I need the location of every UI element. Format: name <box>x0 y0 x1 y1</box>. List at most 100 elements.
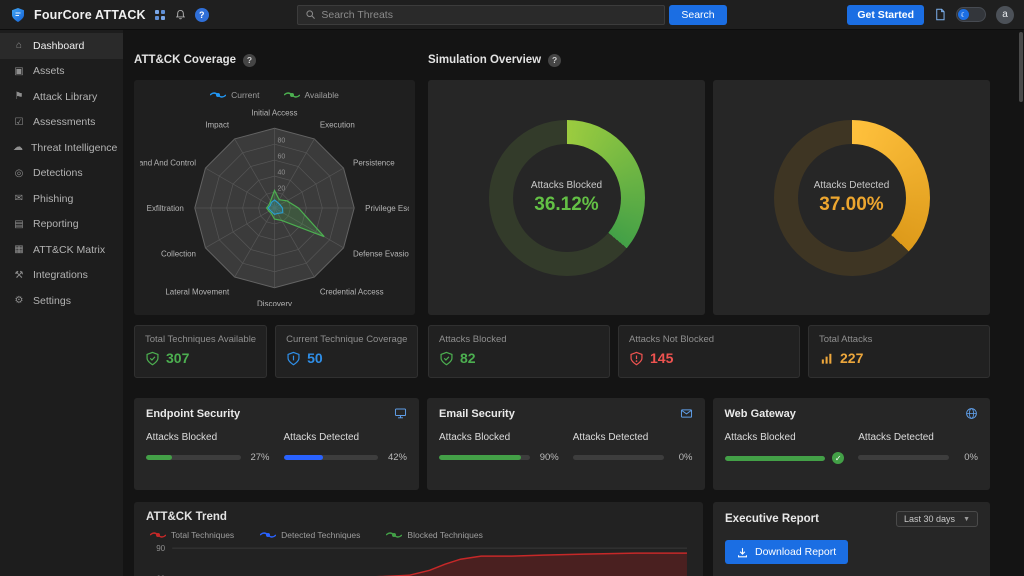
sidebar-item-assets[interactable]: ▣Assets <box>0 59 123 85</box>
stat-total-techniques-available: Total Techniques Available 307 <box>134 325 267 378</box>
email-security-card: Email Security Attacks Blocked 90% Attac… <box>427 398 705 490</box>
svg-text:Execution: Execution <box>320 120 355 129</box>
assessments-icon: ☑ <box>13 117 25 128</box>
bar-chart-icon <box>819 351 834 366</box>
sidebar-item-attck-matrix[interactable]: ▦ATT&CK Matrix <box>0 237 123 263</box>
chevron-down-icon: ▼ <box>963 516 970 523</box>
email-icon <box>680 407 693 420</box>
sidebar-item-integrations[interactable]: ⚒Integrations <box>0 263 123 289</box>
svg-text:40: 40 <box>277 170 285 177</box>
search-button[interactable]: Search <box>669 5 726 25</box>
simulation-title: Simulation Overview <box>428 54 541 66</box>
legend-detected-techniques: Detected Techniques <box>260 530 360 540</box>
blocked-techniques-marker <box>386 531 402 539</box>
theme-toggle[interactable]: ☾ <box>956 7 986 22</box>
notifications-icon[interactable] <box>174 8 187 21</box>
stat-current-technique-coverage: Current Technique Coverage 50 <box>275 325 418 378</box>
phishing-icon: ✉ <box>13 193 25 204</box>
page-scrollbar[interactable] <box>1019 32 1023 102</box>
sidebar-item-detections[interactable]: ◎Detections <box>0 161 123 187</box>
stat-attacks-blocked: Attacks Blocked 82 <box>428 325 610 378</box>
executive-report-panel: Executive Report Last 30 days ▼ Download… <box>713 502 990 576</box>
sidebar-item-assessments[interactable]: ☑Assessments <box>0 110 123 136</box>
help-icon[interactable]: ? <box>195 8 209 22</box>
svg-text:80: 80 <box>277 138 285 145</box>
svg-text:Lateral Movement: Lateral Movement <box>165 287 230 296</box>
progress-bar <box>284 455 379 460</box>
trend-chart: 9060 <box>146 543 691 576</box>
reporting-icon: ▤ <box>13 219 25 230</box>
shield-check-icon <box>439 351 454 366</box>
attacks-detected-donut: Attacks Detected 37.00% <box>774 120 930 276</box>
search-box <box>297 5 665 25</box>
svg-text:Defense Evasion: Defense Evasion <box>353 249 409 258</box>
svg-text:20: 20 <box>277 186 285 193</box>
sidebar: ⌂Dashboard ▣Assets ⚑Attack Library ☑Asse… <box>0 30 123 576</box>
email-attacks-detected-metric: Attacks Detected 0% <box>573 432 693 463</box>
progress-bar <box>725 456 826 461</box>
endpoint-icon <box>394 407 407 420</box>
moon-icon: ☾ <box>958 9 969 20</box>
coverage-help-icon[interactable]: ? <box>243 54 256 67</box>
attck-trend-panel: ATT&CK Trend Total Techniques Detected T… <box>134 502 703 576</box>
email-attacks-blocked-metric: Attacks Blocked 90% <box>439 432 559 463</box>
coverage-title: ATT&CK Coverage <box>134 54 236 66</box>
apps-icon[interactable] <box>154 9 166 21</box>
stat-total-attacks: Total Attacks 227 <box>808 325 990 378</box>
svg-text:Credential Access: Credential Access <box>320 287 384 296</box>
threat-intelligence-icon: ☁ <box>13 142 23 153</box>
svg-text:Impact: Impact <box>205 120 230 129</box>
assets-icon: ▣ <box>13 66 25 77</box>
progress-bar <box>439 455 530 460</box>
settings-icon: ⚙ <box>13 295 25 306</box>
main-content: ATT&CK Coverage ? Current Available 2040… <box>123 30 1024 576</box>
shield-alert-icon <box>629 351 644 366</box>
svg-text:60: 60 <box>277 154 285 161</box>
document-icon[interactable] <box>934 8 946 21</box>
search-icon <box>305 9 316 20</box>
svg-text:Command And Control: Command And Control <box>140 159 196 168</box>
sidebar-item-phishing[interactable]: ✉Phishing <box>0 186 123 212</box>
endpoint-security-card: Endpoint Security Attacks Blocked 27% At… <box>134 398 419 490</box>
legend-total-techniques: Total Techniques <box>150 530 234 540</box>
sidebar-item-settings[interactable]: ⚙Settings <box>0 288 123 314</box>
svg-text:Discovery: Discovery <box>257 300 292 306</box>
attack-library-icon: ⚑ <box>13 91 25 102</box>
progress-bar <box>146 455 241 460</box>
download-report-button[interactable]: Download Report <box>725 540 848 564</box>
coverage-section-header: ATT&CK Coverage ? <box>134 52 415 68</box>
sidebar-item-dashboard[interactable]: ⌂Dashboard <box>0 33 123 59</box>
detected-techniques-marker <box>260 531 276 539</box>
attck-coverage-panel: Current Available 20406080Initial Access… <box>134 80 415 315</box>
progress-bar <box>573 455 664 460</box>
legend-available: Available <box>284 90 339 100</box>
date-range-select[interactable]: Last 30 days ▼ <box>896 511 978 527</box>
sidebar-item-attack-library[interactable]: ⚑Attack Library <box>0 84 123 110</box>
simulation-help-icon[interactable]: ? <box>548 54 561 67</box>
simulation-section-header: Simulation Overview ? <box>428 52 990 68</box>
progress-bar <box>858 455 949 460</box>
search-input[interactable] <box>321 9 657 21</box>
attck-matrix-icon: ▦ <box>13 244 25 255</box>
attacks-detected-donut-card: Attacks Detected 37.00% <box>713 80 990 315</box>
integrations-icon: ⚒ <box>13 270 25 281</box>
success-check-icon: ✓ <box>832 452 844 464</box>
attacks-blocked-donut-card: Attacks Blocked 36.12% <box>428 80 705 315</box>
attacks-blocked-donut: Attacks Blocked 36.12% <box>489 120 645 276</box>
svg-text:Privilege Esc: Privilege Esc <box>365 204 409 213</box>
dashboard-icon: ⌂ <box>13 40 25 51</box>
available-series-marker <box>284 91 300 99</box>
sidebar-item-threat-intelligence[interactable]: ☁Threat Intelligence <box>0 135 123 161</box>
download-icon <box>737 547 748 558</box>
sidebar-item-reporting[interactable]: ▤Reporting <box>0 212 123 238</box>
svg-text:Initial Access: Initial Access <box>251 108 297 117</box>
shield-check-icon <box>145 351 160 366</box>
stat-attacks-not-blocked: Attacks Not Blocked 145 <box>618 325 800 378</box>
fourcore-logo-icon[interactable] <box>10 7 26 23</box>
legend-blocked-techniques: Blocked Techniques <box>386 530 482 540</box>
endpoint-attacks-detected-metric: Attacks Detected 42% <box>284 432 408 463</box>
current-series-marker <box>210 91 226 99</box>
svg-text:Exfiltration: Exfiltration <box>147 204 184 213</box>
avatar[interactable]: a <box>996 6 1014 24</box>
get-started-button[interactable]: Get Started <box>847 5 924 25</box>
